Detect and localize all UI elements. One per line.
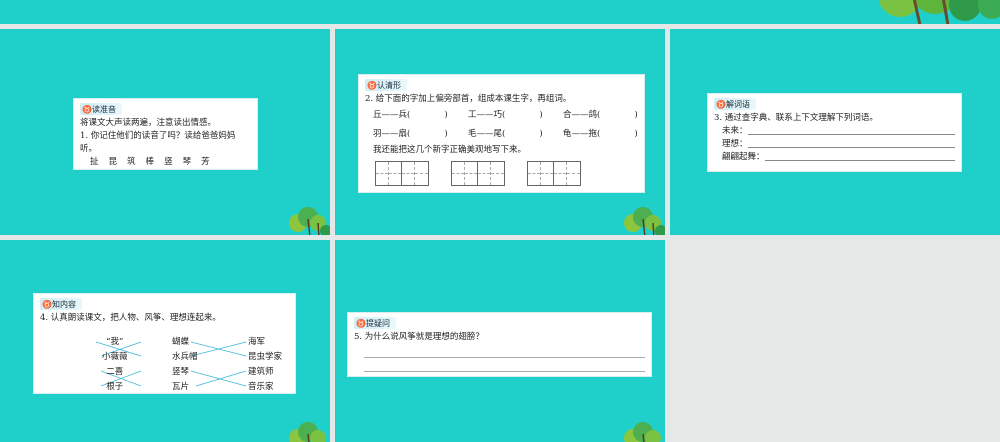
question-text: 3. 通过查字典、联系上下文理解下列词语。 <box>714 112 878 123</box>
answer-line[interactable] <box>764 151 955 161</box>
kites-column: 蝴蝶 水兵帽 竖琴 瓦片 <box>172 337 198 392</box>
writing-grid[interactable] <box>451 160 505 186</box>
card-read-pronunciation: ♉ 读准音 将课文大声读两遍，注意读出情感。 1. 你记住他们的读音了吗？读给爸爸… <box>73 98 258 170</box>
tree-icon <box>289 422 326 442</box>
section-tag: ♉ 解词语 <box>714 98 756 110</box>
writing-grid[interactable] <box>527 160 581 186</box>
slide-1[interactable]: ♉ 读准音 将课文大声读两遍，注意读出情感。 1. 你记住他们的读音了吗？读给爸爸… <box>0 29 330 235</box>
slide-4[interactable]: ♉ 知内容 4. 认真朗读课文，把人物、风筝、理想连起来。 “我” 小薇薇 二喜 根子 … <box>0 240 330 442</box>
slide-3[interactable]: ♉ 解词语 3. 通过查字典、联系上下文理解下列词语。 未来： 理想： 翩翩起舞： <box>670 29 1000 235</box>
section-tag: ♉ 读准音 <box>80 103 122 115</box>
writing-grid[interactable] <box>375 160 429 186</box>
slide-2[interactable]: ♉ 认清形 2. 给下面的字加上偏旁部首，组成本课生字，再组词。 丘——兵() 工… <box>335 29 665 235</box>
bunny-icon: ♉ <box>716 99 726 109</box>
card-know-content: ♉ 知内容 4. 认真朗读课文，把人物、风筝、理想连起来。 “我” 小薇薇 二喜 根子 … <box>33 293 296 394</box>
section-tag: ♉ 提疑问 <box>354 317 396 329</box>
answer-line[interactable] <box>747 138 955 148</box>
char-list: 扯昆筑棒竖琴芳 <box>90 156 210 167</box>
card-explain-words: ♉ 解词语 3. 通过查字典、联系上下文理解下列词语。 未来： 理想： 翩翩起舞： <box>707 93 962 172</box>
tree-icon <box>624 207 665 235</box>
pairs-grid: 丘——兵() 工——巧() 合——鸽() 羽——扇() 毛——尾() 龟——拖(… <box>373 109 638 139</box>
bunny-icon: ♉ <box>356 318 366 328</box>
tree-icon <box>624 422 661 442</box>
card-recognize-shapes: ♉ 认清形 2. 给下面的字加上偏旁部首，组成本课生字，再组词。 丘——兵() 工… <box>358 74 645 193</box>
dreams-column: 海军 昆虫学家 建筑师 音乐家 <box>248 337 283 392</box>
question-text: 2. 给下面的字加上偏旁部首，组成本课生字，再组词。 <box>365 93 572 104</box>
answer-line[interactable] <box>364 358 645 372</box>
card-ask-questions: ♉ 提疑问 5. 为什么说风筝就是理想的翅膀？ <box>347 312 652 377</box>
bunny-icon: ♉ <box>82 104 92 114</box>
question-text: 5. 为什么说风筝就是理想的翅膀？ <box>354 331 484 342</box>
answer-line[interactable] <box>747 125 955 135</box>
tree-icon <box>878 0 1000 24</box>
answer-line[interactable] <box>364 350 645 358</box>
tree-icon <box>289 207 330 235</box>
writing-grids <box>365 160 638 186</box>
section-tag: ♉ 认清形 <box>365 79 407 91</box>
people-column: “我” 小薇薇 二喜 根子 <box>102 337 128 392</box>
top-slide-strip <box>0 0 1000 24</box>
intro-text: 将课文大声读两遍，注意读出情感。 <box>80 117 217 128</box>
bunny-icon: ♉ <box>367 80 377 90</box>
question-text: 1. 你记住他们的读音了吗？读给爸爸妈妈听。 <box>80 130 236 154</box>
note-text: 我还能把这几个新字正确美观地写下来。 <box>373 144 527 155</box>
slide-5[interactable]: ♉ 提疑问 5. 为什么说风筝就是理想的翅膀？ <box>335 240 665 442</box>
